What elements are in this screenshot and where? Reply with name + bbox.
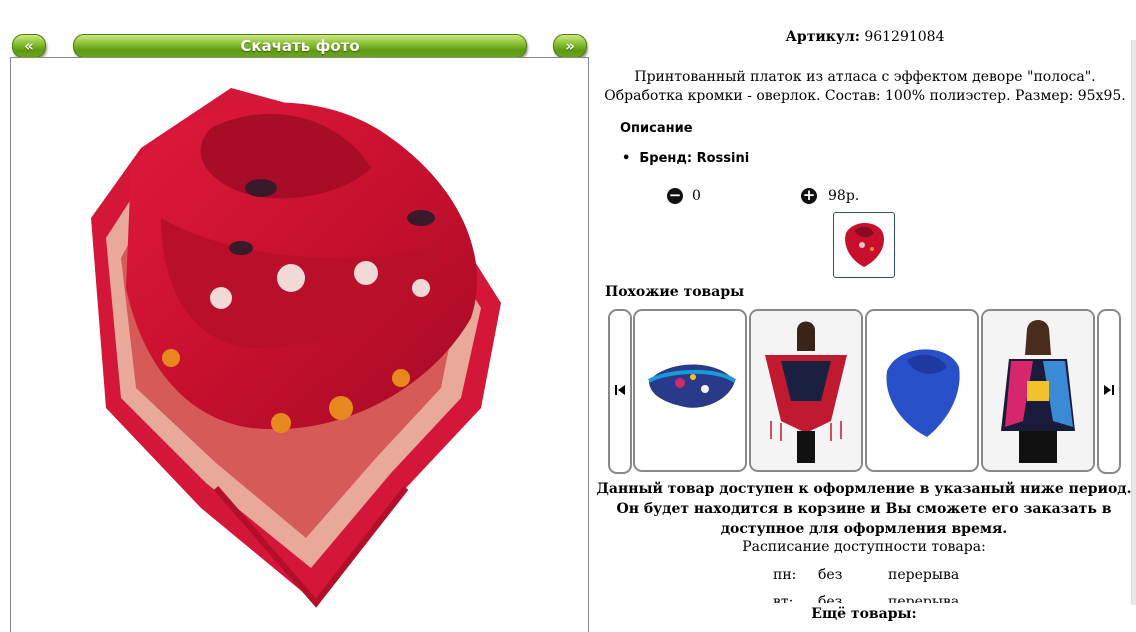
article-label: Артикул:	[785, 29, 860, 45]
similar-item-card[interactable]	[749, 309, 863, 472]
schedule-day: вт:	[773, 594, 794, 603]
similar-heading: Похожие товары	[605, 284, 745, 300]
similar-item-image	[983, 311, 1093, 470]
skip-back-icon	[615, 385, 625, 395]
similar-item-image	[647, 364, 737, 408]
schedule-row-clip: вт: без перерыва	[594, 594, 1134, 603]
carousel-prev-button[interactable]	[608, 309, 632, 474]
main-product-photo	[91, 88, 501, 608]
article-value: 961291084	[864, 29, 945, 45]
description-heading: Описание	[620, 121, 693, 136]
photo-thumbnail[interactable]	[833, 212, 895, 278]
similar-item-card[interactable]	[633, 309, 747, 472]
similar-item-image	[751, 311, 861, 470]
prev-photo-button[interactable]: «	[12, 34, 46, 58]
article-line: Артикул: 961291084	[600, 29, 1130, 45]
minus-value: 0	[692, 188, 701, 204]
schedule-to: перерыва	[888, 594, 960, 603]
brand-item: • Бренд: Rossini	[622, 151, 750, 166]
schedule-from: без	[818, 567, 843, 583]
more-products-links[interactable]	[596, 624, 1132, 631]
next-photo-button[interactable]: »	[553, 34, 587, 58]
similar-item-card[interactable]	[865, 309, 979, 472]
minus-icon[interactable]: −	[667, 188, 683, 204]
similar-item-card[interactable]	[981, 309, 1095, 472]
carousel-next-button[interactable]	[1097, 309, 1121, 474]
thumbnail-image	[845, 222, 884, 267]
product-description: Принтованный платок из атласа с эффектом…	[604, 69, 1126, 104]
page-scrollbar[interactable]	[1131, 40, 1136, 605]
similar-item-image	[886, 349, 960, 437]
schedule-to: перерыва	[888, 567, 960, 583]
download-photo-button[interactable]: Скачать фото	[73, 34, 527, 58]
plus-icon[interactable]: +	[801, 188, 817, 204]
schedule-day: пн:	[773, 567, 797, 583]
schedule-heading: Расписание доступности товара:	[742, 539, 986, 555]
skip-forward-icon	[1104, 385, 1114, 395]
product-photo-frame	[10, 57, 589, 632]
availability-notice: Данный товар доступен к оформление в ука…	[596, 481, 1132, 537]
more-products-heading: Ещё товары:	[811, 606, 917, 622]
brand-text: Бренд: Rossini	[639, 151, 750, 166]
plus-value: 98р.	[828, 188, 860, 204]
schedule-from: без	[818, 594, 843, 603]
